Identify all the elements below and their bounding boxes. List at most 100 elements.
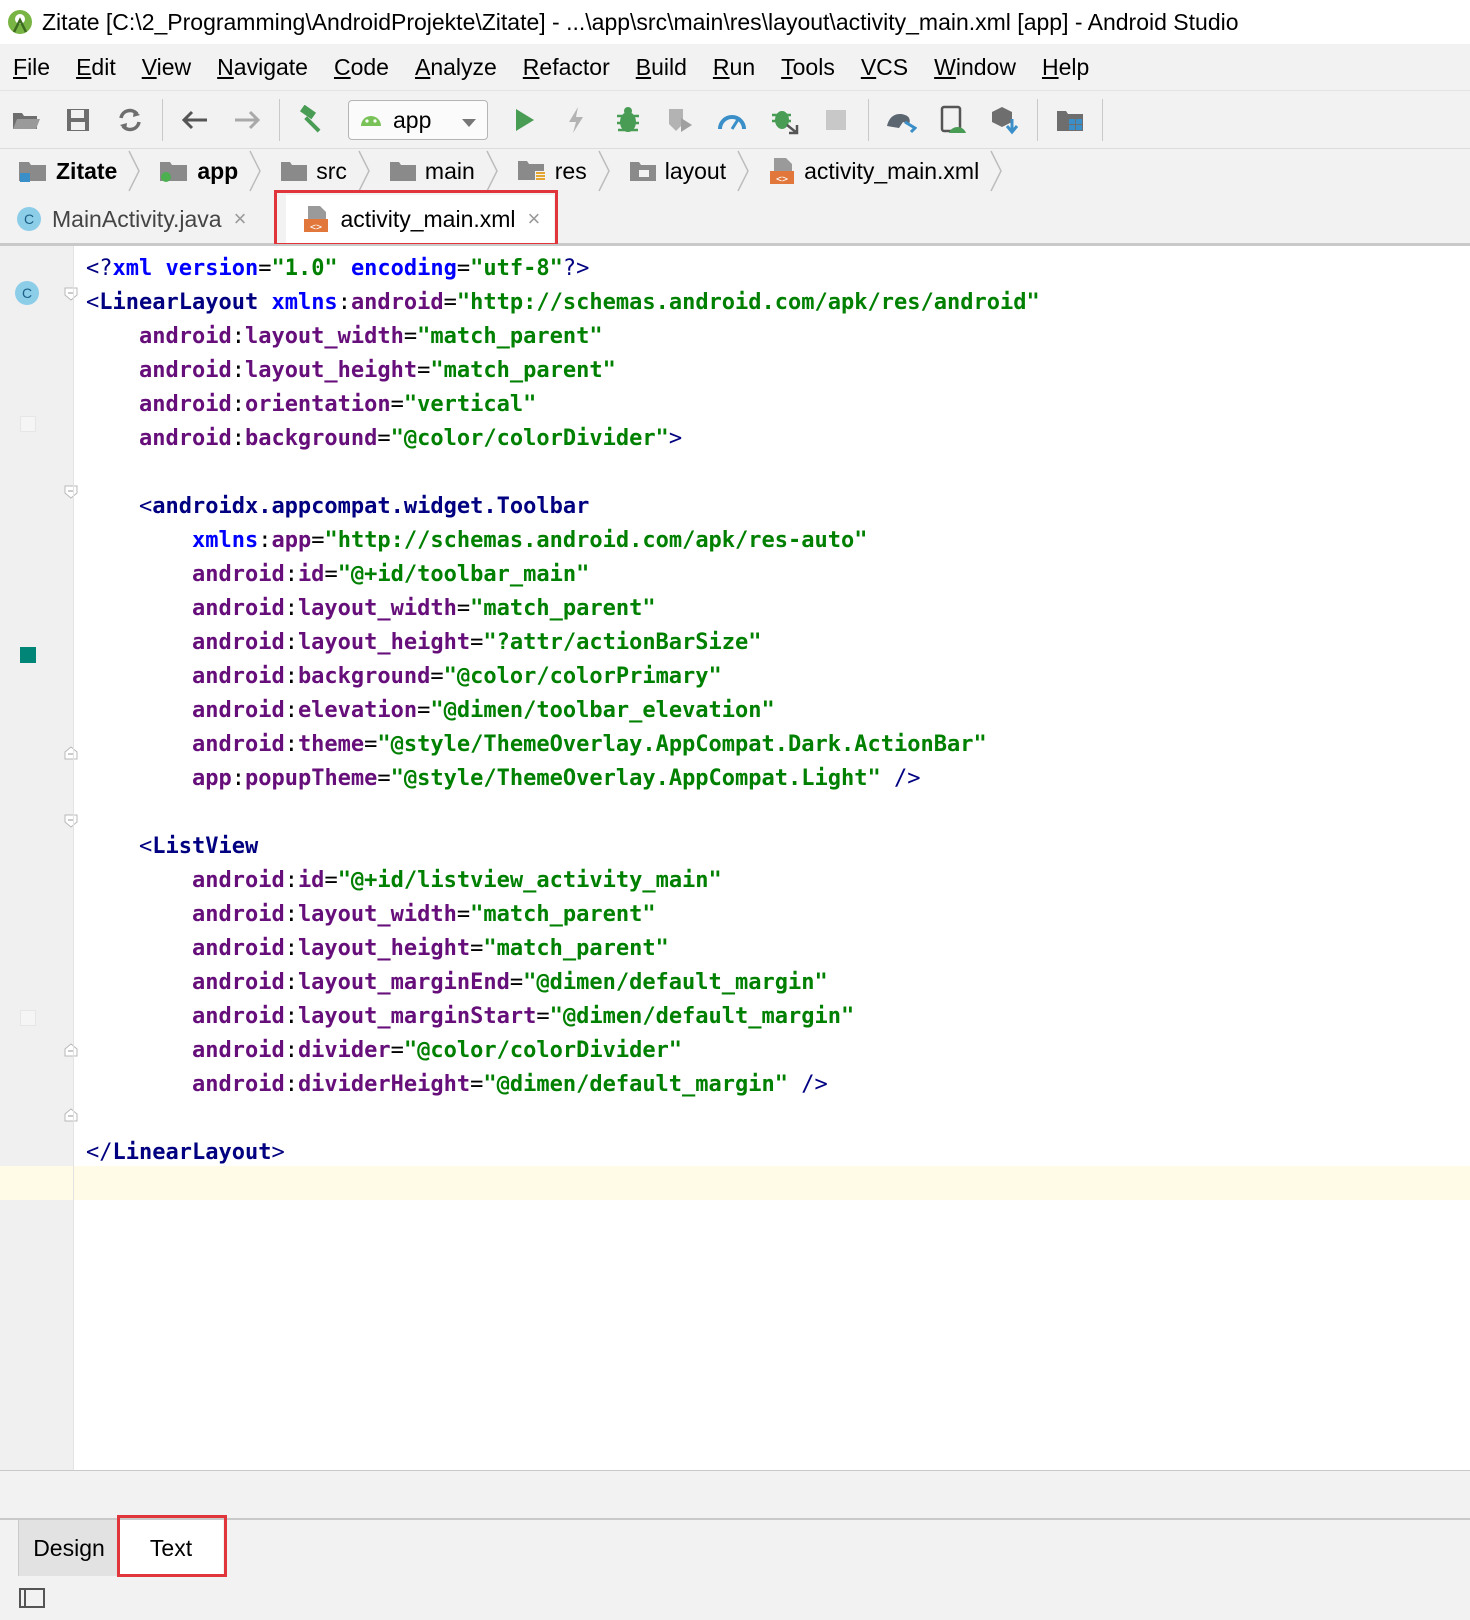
breadcrumb-item-res[interactable]: res xyxy=(499,149,597,193)
code-line: android:layout_width="match_parent" xyxy=(86,898,1040,932)
gradle-sync-icon[interactable] xyxy=(879,98,923,142)
breadcrumb-item-layout[interactable]: layout xyxy=(611,149,736,193)
fold-collapse-icon[interactable] xyxy=(64,814,78,828)
code-token: = xyxy=(536,1004,550,1029)
avd-manager-icon[interactable] xyxy=(931,98,975,142)
code-token: = xyxy=(377,766,391,791)
menu-tools[interactable]: Tools xyxy=(768,44,848,90)
code-token: layout_width xyxy=(297,596,457,621)
status-bar xyxy=(0,1577,1470,1620)
fold-collapse-icon[interactable] xyxy=(64,287,78,301)
code-token: > xyxy=(668,426,683,451)
code-token: : xyxy=(284,936,298,961)
code-editor[interactable]: C <?xml version="1.0" encoding="utf-8"?>… xyxy=(0,244,1470,1472)
run-configuration-dropdown[interactable]: app xyxy=(348,100,488,140)
code-token: theme xyxy=(297,732,365,757)
color-primary-swatch[interactable] xyxy=(20,647,36,663)
breadcrumb-item-main[interactable]: main xyxy=(371,149,485,193)
run-icon[interactable] xyxy=(502,98,546,142)
fold-collapse-icon[interactable] xyxy=(64,485,78,499)
forward-arrow-icon[interactable] xyxy=(225,98,269,142)
breadcrumb-label: main xyxy=(424,157,475,184)
code-content[interactable]: <?xml version="1.0" encoding="utf-8"?> <L… xyxy=(86,252,1040,1204)
tab-mainactivity-java[interactable]: C MainActivity.java × xyxy=(0,195,260,243)
sync-icon[interactable] xyxy=(108,98,152,142)
debug-icon[interactable] xyxy=(606,98,650,142)
attach-debugger-icon[interactable] xyxy=(762,98,806,142)
code-token: : xyxy=(231,426,245,451)
close-icon[interactable]: × xyxy=(234,206,247,232)
code-token: "@+id/listview_activity_main" xyxy=(337,868,722,893)
menu-analyze[interactable]: Analyze xyxy=(402,44,510,90)
menu-build[interactable]: Build xyxy=(623,44,700,90)
tab-activity-main-xml[interactable]: <> activity_main.xml × xyxy=(286,195,555,243)
code-line: android:background="@color/colorDivider"… xyxy=(86,422,1040,456)
build-hammer-icon[interactable] xyxy=(290,98,334,142)
chevron-down-icon xyxy=(461,107,477,134)
code-line: android:layout_height="?attr/actionBarSi… xyxy=(86,626,1040,660)
profiler-icon[interactable] xyxy=(710,98,754,142)
stop-icon[interactable] xyxy=(814,98,858,142)
tool-window-toggle-icon[interactable] xyxy=(18,1587,46,1614)
menu-window[interactable]: Window xyxy=(921,44,1029,90)
open-folder-icon[interactable] xyxy=(4,98,48,142)
menu-file[interactable]: File xyxy=(0,44,63,90)
tab-design[interactable]: Design xyxy=(18,1520,120,1576)
fold-end-icon[interactable] xyxy=(64,1108,78,1122)
folder-icon xyxy=(280,160,308,182)
project-structure-icon[interactable] xyxy=(1048,98,1092,142)
color-divider-swatch[interactable] xyxy=(20,416,36,432)
menu-navigate[interactable]: Navigate xyxy=(204,44,321,90)
window-title: Zitate [C:\2_Programming\AndroidProjekte… xyxy=(42,8,1239,35)
toolbar-separator xyxy=(868,99,869,141)
menu-edit[interactable]: Edit xyxy=(63,44,129,90)
save-icon[interactable] xyxy=(56,98,100,142)
breadcrumb-item-src[interactable]: src xyxy=(262,149,357,193)
menu-run[interactable]: Run xyxy=(700,44,768,90)
code-token: = xyxy=(377,426,391,451)
breadcrumb-item-zitate[interactable]: Zitate xyxy=(0,149,127,193)
code-token: : xyxy=(231,358,245,383)
menu-vcs[interactable]: VCS xyxy=(848,44,921,90)
run-with-coverage-icon[interactable] xyxy=(658,98,702,142)
menu-help[interactable]: Help xyxy=(1029,44,1102,90)
code-token: android xyxy=(191,936,285,961)
sdk-manager-icon[interactable] xyxy=(983,98,1027,142)
breadcrumb-item-activity-main-xml[interactable]: <> activity_main.xml xyxy=(750,149,989,193)
apply-changes-icon[interactable] xyxy=(554,98,598,142)
menu-code[interactable]: Code xyxy=(321,44,402,90)
code-token: = xyxy=(456,256,471,281)
code-token: "match_parent" xyxy=(483,936,669,961)
code-token: "?attr/actionBarSize" xyxy=(483,630,762,655)
code-token: : xyxy=(284,596,298,621)
close-icon[interactable]: × xyxy=(528,206,541,232)
code-token: : xyxy=(231,766,245,791)
breadcrumb-item-app[interactable]: app xyxy=(141,149,248,193)
tab-text[interactable]: Text xyxy=(119,1520,223,1576)
menu-view[interactable]: View xyxy=(129,44,204,90)
android-studio-logo-icon xyxy=(6,8,34,36)
code-token: "utf-8" xyxy=(470,256,563,281)
code-token: </ xyxy=(86,1140,113,1165)
code-token: "@dimen/default_margin" xyxy=(549,1004,855,1029)
menu-refactor[interactable]: Refactor xyxy=(510,44,623,90)
code-line: <ListView xyxy=(86,830,1040,864)
class-reference-icon[interactable]: C xyxy=(14,280,40,311)
fold-end-icon[interactable] xyxy=(64,746,78,760)
code-line: android:layout_marginStart="@dimen/defau… xyxy=(86,1000,1040,1034)
code-token: android xyxy=(191,970,285,995)
editor-gutter: C xyxy=(0,246,78,1472)
code-token: android xyxy=(138,392,232,417)
back-arrow-icon[interactable] xyxy=(173,98,217,142)
color-divider-swatch[interactable] xyxy=(20,1010,36,1026)
fold-end-icon[interactable] xyxy=(64,1043,78,1057)
code-token: layout_height xyxy=(244,358,418,383)
